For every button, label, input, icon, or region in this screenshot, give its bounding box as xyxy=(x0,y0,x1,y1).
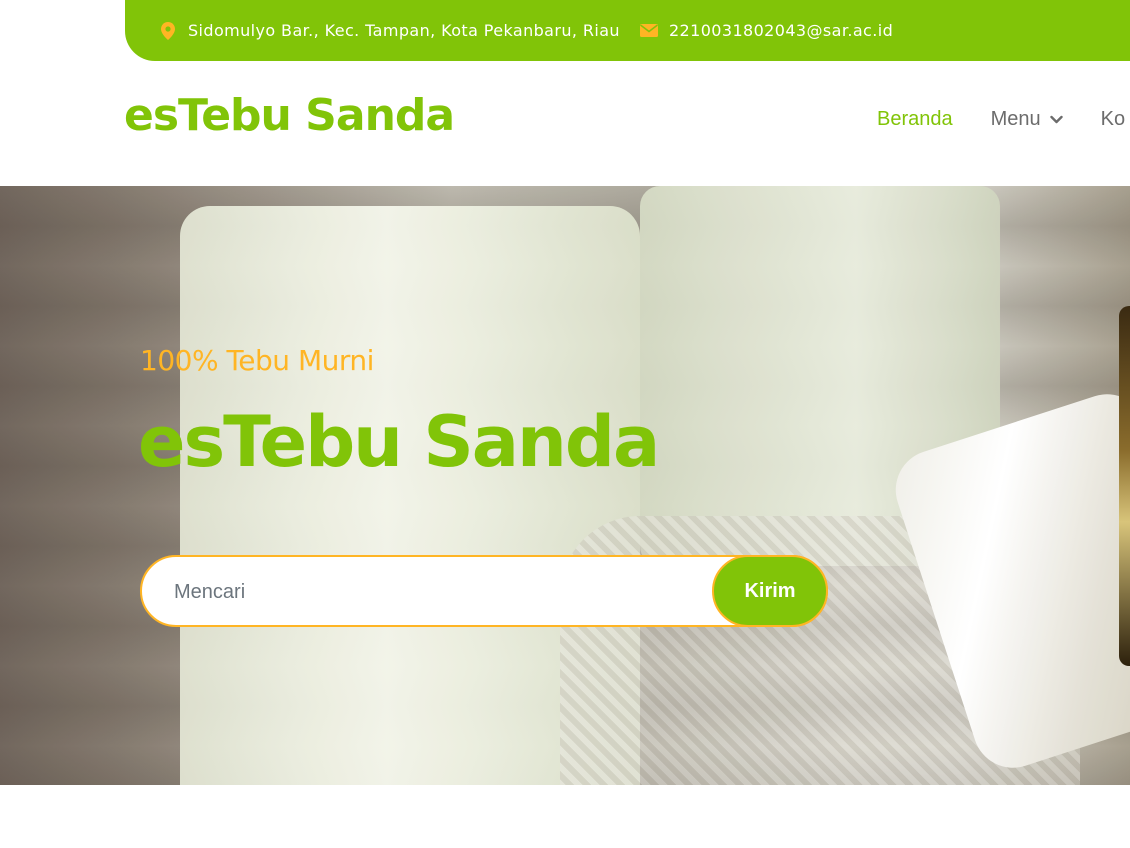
chevron-down-icon xyxy=(1049,113,1063,126)
hero-subtitle: 100% Tebu Murni xyxy=(140,344,374,377)
email-text[interactable]: 2210031802043@sar.ac.id xyxy=(669,21,893,40)
map-marker-icon xyxy=(159,21,177,40)
brand-logo[interactable]: esTebu Sanda xyxy=(124,90,455,141)
submit-button[interactable]: Kirim xyxy=(712,555,828,627)
address-text: Sidomulyo Bar., Kec. Tampan, Kota Pekanb… xyxy=(188,21,620,40)
hero-title: esTebu Sanda xyxy=(138,401,660,483)
nav-link-label: Ko xyxy=(1100,108,1126,130)
topbar: Sidomulyo Bar., Kec. Tampan, Kota Pekanb… xyxy=(125,0,1130,61)
search-form: Kirim xyxy=(140,555,828,627)
main-nav: Beranda Menu Ko xyxy=(877,108,1130,131)
address-info: Sidomulyo Bar., Kec. Tampan, Kota Pekanb… xyxy=(159,21,620,40)
nav-link-label: Menu xyxy=(990,108,1041,130)
envelope-icon xyxy=(639,22,658,40)
nav-link-menu[interactable]: Menu xyxy=(991,108,1063,131)
carousel-image-edge[interactable] xyxy=(1119,306,1130,666)
email-info: 2210031802043@sar.ac.id xyxy=(639,21,893,40)
nav-link-beranda[interactable]: Beranda xyxy=(877,108,953,131)
hero-banner: 100% Tebu Murni esTebu Sanda Kirim xyxy=(0,186,1130,785)
nav-link-label: Beranda xyxy=(877,108,953,130)
page: Sidomulyo Bar., Kec. Tampan, Kota Pekanb… xyxy=(0,0,1130,848)
hero-overlay xyxy=(0,186,1130,785)
search-input[interactable] xyxy=(172,557,716,627)
nav-link-kontak[interactable]: Ko xyxy=(1101,108,1125,131)
